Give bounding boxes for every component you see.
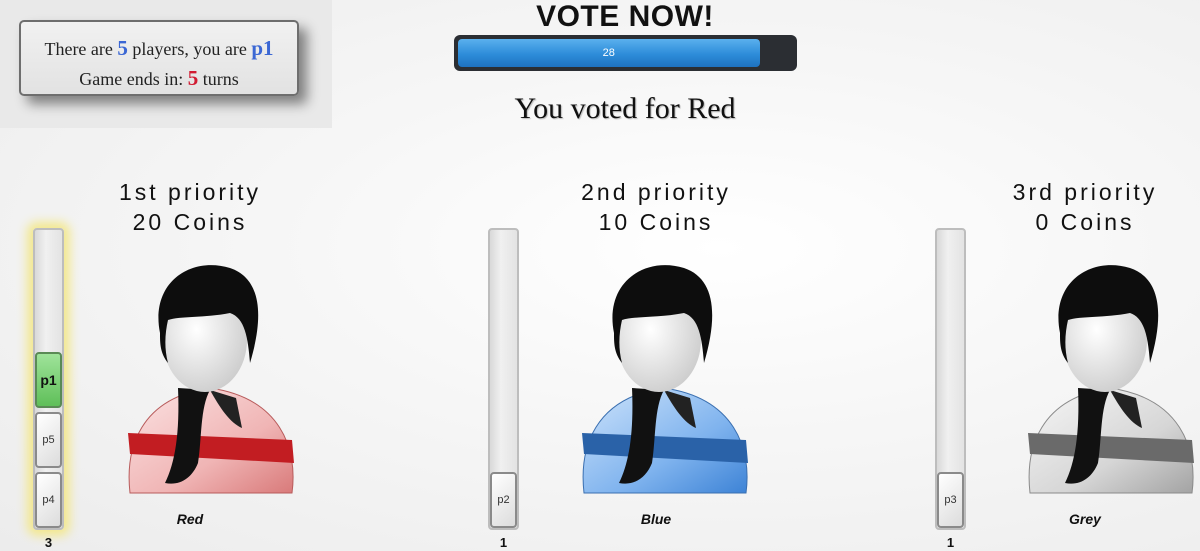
coins-label: 0 Coins [1035,209,1135,235]
candidate-grey[interactable]: 3rd priority 0 Coins Grey [935,178,1200,551]
turns-suffix: turns [202,69,239,89]
coins-label: 20 Coins [132,209,248,235]
players-line: There are 5 players, you are p1 [21,34,297,64]
avatar-blue-icon[interactable] [574,258,754,498]
avatar-grey-icon[interactable] [1020,258,1200,498]
vote-title: VOTE NOW! [536,0,714,33]
candidate-red[interactable]: 1st priority 20 Coins Red [40,178,340,551]
player-id: p1 [251,36,274,60]
candidate-name: Grey [1069,511,1101,527]
timer-label: 28 [602,47,615,59]
priority-label: 3rd priority [1012,179,1158,205]
avatar-red-icon[interactable] [120,258,300,498]
timer-fill: 28 [458,39,760,67]
game-info-box: There are 5 players, you are p1 Game end… [19,20,299,96]
ends-prefix: Game ends in: [79,69,184,89]
turns-left: 5 [187,66,199,90]
priority-label: 2nd priority [581,179,731,205]
coins-label: 10 Coins [598,209,714,235]
info-panel-background: There are 5 players, you are p1 Game end… [0,0,332,128]
timer-bar: 28 [454,35,797,71]
voted-message: You voted for Red [514,92,736,125]
candidate-name: Blue [640,511,672,527]
player-count: 5 [117,36,128,60]
players-prefix: There are [44,39,113,59]
candidate-name: Red [176,511,204,527]
priority-label: 1st priority [118,179,262,205]
turns-line: Game ends in: 5 turns [21,64,297,94]
candidate-blue[interactable]: 2nd priority 10 Coins Blue [506,178,806,551]
players-mid-text: players, you are [132,39,247,59]
